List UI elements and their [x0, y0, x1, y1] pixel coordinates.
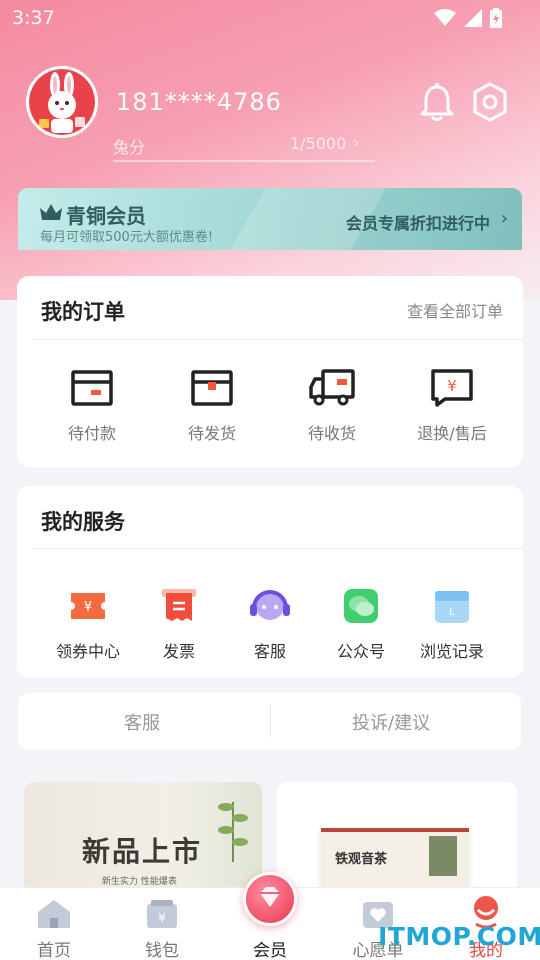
chevron-right-icon[interactable]: ›	[353, 133, 359, 152]
product-card-tea[interactable]: 铁观音茶	[277, 782, 517, 892]
settings-button[interactable]	[470, 82, 510, 126]
wifi-icon	[434, 9, 456, 26]
orders-title: 我的订单	[41, 300, 125, 324]
battery-icon	[490, 8, 502, 28]
history-box-icon: L	[435, 591, 469, 623]
tab-wallet[interactable]: ¥ 钱包	[108, 888, 216, 960]
points-value[interactable]: 1/5000	[290, 134, 346, 153]
my-orders-card: 我的订单 查看全部订单 待付款 待发货 待收货 ¥ 退换/售后	[17, 276, 523, 467]
points-label: 兔分	[113, 138, 146, 157]
invoice-icon	[162, 589, 196, 621]
signal-icon	[464, 9, 482, 27]
headset-icon	[250, 590, 290, 620]
package-box-icon	[191, 370, 233, 406]
member-gem-icon	[260, 887, 280, 907]
my-services-card: 我的服务 ¥ 领券中心 发票 客服 公众号 L 浏览记录	[17, 486, 523, 678]
tea-label-tag	[429, 836, 457, 876]
wallet-icon: ¥	[147, 900, 177, 928]
service-browsing-history[interactable]: L 浏览记录	[397, 584, 507, 662]
order-pending-payment[interactable]: 待付款	[37, 366, 147, 444]
product-title: 新品上市	[82, 835, 203, 868]
tab-label: 钱包	[145, 941, 179, 960]
complaint-suggestion-link[interactable]: 投诉/建议	[352, 709, 430, 735]
tab-label: 会员	[253, 941, 287, 960]
points-progress-bar	[113, 160, 375, 162]
plant-icon	[218, 802, 248, 862]
bell-icon	[420, 83, 454, 121]
membership-subtitle: 每月可领取500元大额优惠卷!	[40, 230, 214, 245]
divider	[270, 705, 271, 737]
watermark-text: ITMOP.COM	[378, 922, 540, 951]
service-label: 浏览记录	[419, 642, 484, 661]
membership-banner[interactable]: 青铜会员 每月可领取500元大额优惠卷! 会员专属折扣进行中 ›	[18, 188, 522, 250]
divider	[33, 548, 523, 549]
delivery-truck-icon	[309, 369, 355, 406]
wallet-card-icon	[71, 370, 113, 406]
member-center-button[interactable]	[243, 872, 297, 926]
support-feedback-bar: 客服 投诉/建议	[18, 693, 521, 749]
svg-text:¥: ¥	[447, 377, 457, 395]
gear-icon	[473, 82, 507, 122]
tab-label: 首页	[37, 941, 71, 960]
order-label: 待付款	[67, 424, 116, 443]
home-icon	[38, 900, 70, 928]
order-pending-receipt[interactable]: 待收货	[277, 366, 387, 444]
membership-title: 青铜会员	[66, 204, 146, 228]
view-all-orders-link[interactable]: 查看全部订单	[407, 298, 503, 322]
product-title: 铁观音茶	[335, 852, 388, 867]
rabbit-avatar-icon	[29, 69, 95, 135]
tea-package-image: 铁观音茶	[321, 828, 469, 892]
profile-header-background	[0, 0, 540, 300]
refund-icon: ¥	[431, 369, 473, 407]
coupon-icon: ¥	[71, 593, 105, 619]
svg-text:¥: ¥	[84, 600, 92, 615]
customer-service-link[interactable]: 客服	[124, 709, 160, 735]
svg-text:¥: ¥	[158, 911, 166, 925]
order-after-sales[interactable]: ¥ 退换/售后	[397, 366, 507, 444]
services-title: 我的服务	[41, 510, 125, 534]
product-card-new-arrival[interactable]: 新品上市 新生实力 性能爆表	[24, 782, 262, 892]
order-pending-shipment[interactable]: 待发货	[157, 366, 267, 444]
wechat-icon	[344, 589, 378, 623]
crown-icon	[40, 204, 62, 220]
tab-home[interactable]: 首页	[0, 888, 108, 960]
product-subtitle: 新生实力 性能爆表	[102, 877, 177, 887]
status-bar: 3:37	[0, 0, 540, 36]
phone-number: 181****4786	[116, 88, 282, 116]
order-label: 待发货	[187, 424, 236, 443]
membership-promo: 会员专属折扣进行中	[345, 214, 490, 233]
order-label: 待收货	[307, 424, 356, 443]
status-time: 3:37	[12, 7, 55, 29]
notification-button[interactable]	[418, 82, 456, 126]
chevron-right-icon: ›	[500, 208, 508, 229]
svg-text:L: L	[449, 607, 455, 618]
divider	[33, 339, 523, 340]
order-label: 退换/售后	[417, 424, 487, 443]
avatar[interactable]	[26, 66, 98, 138]
